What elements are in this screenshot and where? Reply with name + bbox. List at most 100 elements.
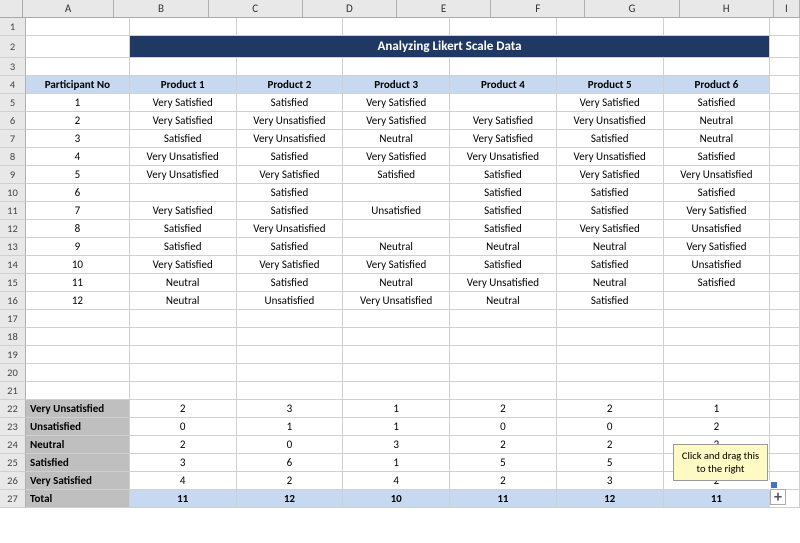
spreadsheet: A B C D E F G H I 1 2 Analyzing Likert S… bbox=[0, 0, 800, 543]
cell-f1[interactable] bbox=[557, 18, 664, 36]
row-23: 23 Unsatisfied 0 1 1 0 0 2 bbox=[0, 418, 800, 436]
header-participant: Participant No bbox=[26, 76, 130, 94]
row-3: 3 bbox=[0, 58, 800, 76]
cell-a2[interactable] bbox=[26, 36, 130, 58]
cell-p3-1[interactable]: Very Satisfied bbox=[343, 94, 450, 112]
col-header-g[interactable]: G bbox=[585, 0, 679, 17]
row-15: 15 11 Neutral Satisfied Neutral Very Uns… bbox=[0, 274, 800, 292]
rownum-13: 13 bbox=[0, 238, 26, 256]
header-p4: Product 4 bbox=[450, 76, 557, 94]
row-20: 20 bbox=[0, 364, 800, 382]
header-p1: Product 1 bbox=[130, 76, 237, 94]
cell-no-1[interactable]: 1 bbox=[26, 94, 130, 112]
row-4-headers: 4 Participant No Product 1 Product 2 Pro… bbox=[0, 76, 800, 94]
cell-p2-1[interactable]: Satisfied bbox=[237, 94, 344, 112]
rownum-23: 23 bbox=[0, 418, 26, 436]
rownum-9: 9 bbox=[0, 166, 26, 184]
row-10: 10 6 Satisfied Satisfied Satisfied Satis… bbox=[0, 184, 800, 202]
col-header-d[interactable]: D bbox=[303, 0, 397, 17]
cell-p1-1[interactable]: Very Satisfied bbox=[130, 94, 237, 112]
rownum-10: 10 bbox=[0, 184, 26, 202]
rownum-17: 17 bbox=[0, 310, 26, 328]
row-2: 2 Analyzing Likert Scale Data bbox=[0, 36, 800, 58]
col-header-i[interactable]: I bbox=[774, 0, 800, 17]
rownum-8: 8 bbox=[0, 148, 26, 166]
tooltip-box: Click and drag this to the right bbox=[673, 444, 768, 481]
label-very-unsatisfied: Very Unsatisfied bbox=[26, 400, 130, 418]
row-8: 8 4 Very Unsatisfied Satisfied Very Sati… bbox=[0, 148, 800, 166]
col-header-a: A bbox=[23, 0, 115, 17]
row-17: 17 bbox=[0, 310, 800, 328]
cell-a3[interactable] bbox=[26, 58, 130, 76]
cell-h3[interactable] bbox=[770, 58, 800, 76]
row-9: 9 5 Very Unsatisfied Very Satisfied Sati… bbox=[0, 166, 800, 184]
rownum-24: 24 bbox=[0, 436, 26, 454]
row-6: 6 2 Very Satisfied Very Unsatisfied Very… bbox=[0, 112, 800, 130]
col-header-h[interactable]: H bbox=[680, 0, 774, 17]
label-neutral: Neutral bbox=[26, 436, 130, 454]
col-header-f[interactable]: F bbox=[491, 0, 585, 17]
rownum-7: 7 bbox=[0, 130, 26, 148]
cell-c3[interactable] bbox=[237, 58, 344, 76]
header-p2: Product 2 bbox=[237, 76, 344, 94]
col-header-e[interactable]: E bbox=[397, 0, 491, 17]
cell-d1[interactable] bbox=[343, 18, 450, 36]
label-very-satisfied: Very Satisfied bbox=[26, 472, 130, 490]
col-header-c[interactable]: C bbox=[209, 0, 303, 17]
row-1: 1 bbox=[0, 18, 800, 36]
cell-h1[interactable] bbox=[770, 18, 800, 36]
label-unsatisfied: Unsatisfied bbox=[26, 418, 130, 436]
row-14: 14 10 Very Satisfied Very Satisfied Very… bbox=[0, 256, 800, 274]
cell-i4[interactable] bbox=[770, 76, 800, 94]
cell-a1[interactable] bbox=[26, 18, 130, 36]
rownum-12: 12 bbox=[0, 220, 26, 238]
label-total: Total bbox=[26, 490, 130, 508]
rownum-6: 6 bbox=[0, 112, 26, 130]
cell-e1[interactable] bbox=[450, 18, 557, 36]
rownum-2: 2 bbox=[0, 36, 26, 58]
cell-p5-1[interactable]: Very Satisfied bbox=[557, 94, 664, 112]
cell-c1[interactable] bbox=[237, 18, 344, 36]
rownum-16: 16 bbox=[0, 292, 26, 310]
rownum-25: 25 bbox=[0, 454, 26, 472]
row-12: 12 8 Satisfied Very Unsatisfied Satisfie… bbox=[0, 220, 800, 238]
corner-cell bbox=[0, 0, 23, 17]
cell-e3[interactable] bbox=[450, 58, 557, 76]
title-cell: Analyzing Likert Scale Data bbox=[130, 36, 770, 58]
rownum-15: 15 bbox=[0, 274, 26, 292]
cell-b3[interactable] bbox=[130, 58, 237, 76]
row-13: 13 9 Satisfied Satisfied Neutral Neutral… bbox=[0, 238, 800, 256]
row-7: 7 3 Satisfied Very Unsatisfied Neutral V… bbox=[0, 130, 800, 148]
rownum-3: 3 bbox=[0, 58, 26, 76]
tooltip-text: Click and drag this to the right bbox=[682, 449, 759, 476]
row-16: 16 12 Neutral Unsatisfied Very Unsatisfi… bbox=[0, 292, 800, 310]
row-18: 18 bbox=[0, 328, 800, 346]
row-19: 19 bbox=[0, 346, 800, 364]
rownum-26: 26 bbox=[0, 472, 26, 490]
cell-i2[interactable] bbox=[770, 36, 800, 58]
rownum-11: 11 bbox=[0, 202, 26, 220]
rownum-1: 1 bbox=[0, 18, 26, 36]
rownum-4: 4 bbox=[0, 76, 26, 94]
rownum-27: 27 bbox=[0, 490, 26, 508]
row-21: 21 bbox=[0, 382, 800, 400]
cell-g3[interactable] bbox=[664, 58, 771, 76]
rownum-14: 14 bbox=[0, 256, 26, 274]
rownum-22: 22 bbox=[0, 400, 26, 418]
row-5: 5 1 Very Satisfied Satisfied Very Satisf… bbox=[0, 94, 800, 112]
rownum-18: 18 bbox=[0, 328, 26, 346]
expand-icon[interactable]: + bbox=[770, 489, 786, 505]
row-22: 22 Very Unsatisfied 2 3 1 2 2 1 bbox=[0, 400, 800, 418]
label-satisfied: Satisfied bbox=[26, 454, 130, 472]
rownum-19: 19 bbox=[0, 346, 26, 364]
cell-f3[interactable] bbox=[557, 58, 664, 76]
cell-d3[interactable] bbox=[343, 58, 450, 76]
cell-b1[interactable] bbox=[130, 18, 237, 36]
rownum-20: 20 bbox=[0, 364, 26, 382]
header-p6: Product 6 bbox=[664, 76, 771, 94]
col-header-b[interactable]: B bbox=[114, 0, 208, 17]
header-p3: Product 3 bbox=[343, 76, 450, 94]
cell-g1[interactable] bbox=[664, 18, 771, 36]
cell-p6-1[interactable]: Satisfied bbox=[664, 94, 771, 112]
cell-p4-1[interactable] bbox=[450, 94, 557, 112]
